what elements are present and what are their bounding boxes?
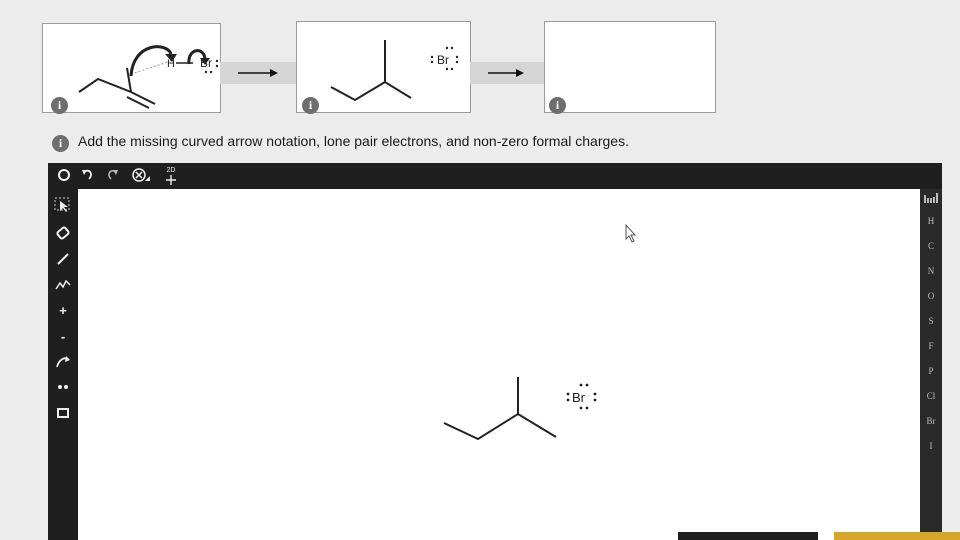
canvas-bromide-label: Br [572, 390, 586, 405]
h-atom-label: H [167, 58, 175, 70]
element-h[interactable]: H [920, 216, 942, 226]
right-arrow-2-icon [488, 69, 524, 77]
mouse-cursor-icon [625, 223, 637, 243]
element-s[interactable]: S [920, 316, 942, 326]
br-atom-label: Br [200, 56, 212, 70]
2d-label: 2D [166, 167, 176, 174]
periodic-table-icon[interactable] [920, 193, 942, 205]
minus-charge-icon[interactable]: - [53, 329, 73, 345]
element-palette: H C N O S F P Cl Br I [920, 189, 942, 540]
canvas-structure: Br [443, 223, 637, 441]
reactant-structure: H Br [78, 45, 219, 109]
intermediate-structure: Br [330, 40, 459, 102]
product-box[interactable] [544, 21, 716, 113]
box-icon[interactable] [53, 405, 73, 425]
info-icon-2[interactable]: i [302, 97, 319, 114]
info-icon-3[interactable]: i [549, 97, 566, 114]
element-br[interactable]: Br [920, 416, 942, 426]
carbocation-chain [330, 80, 412, 102]
structure-editor: 2D + - Br H C N O S F P Cl Br I [48, 163, 942, 540]
connector-2 [470, 62, 544, 84]
info-icon-1[interactable]: i [51, 97, 68, 114]
zoom-icon[interactable] [130, 167, 152, 187]
element-p[interactable]: P [920, 366, 942, 376]
select-icon[interactable] [53, 197, 73, 217]
curved-arrow-icon [129, 45, 173, 77]
element-n[interactable]: N [920, 266, 942, 276]
instruction-info-icon[interactable]: i [52, 135, 69, 152]
double-bond-a [130, 91, 156, 105]
connector-1 [220, 62, 296, 84]
undo-icon[interactable] [80, 168, 96, 186]
arrow-icon[interactable] [53, 353, 73, 373]
element-o[interactable]: O [920, 291, 942, 301]
canvas-carbon-chain [443, 412, 557, 441]
lone-pair-icon[interactable] [53, 379, 73, 399]
reset-icon[interactable] [56, 168, 72, 186]
intermediate-box[interactable]: Br [296, 21, 471, 113]
carbon-chain [78, 77, 132, 93]
element-cl[interactable]: Cl [920, 391, 942, 401]
eraser-icon[interactable] [53, 225, 73, 245]
right-arrow-icon [238, 69, 278, 77]
instruction-text: Add the missing curved arrow notation, l… [78, 133, 629, 149]
bromide-label: Br [437, 53, 449, 67]
element-c[interactable]: C [920, 241, 942, 251]
chain-icon[interactable] [53, 277, 73, 297]
reactant-box[interactable]: H Br [42, 23, 221, 113]
drawing-canvas[interactable]: Br [78, 189, 920, 540]
bottom-accent-button[interactable] [834, 532, 960, 540]
bottom-dark-button[interactable] [678, 532, 818, 540]
redo-icon[interactable] [104, 168, 120, 186]
editor-top-toolbar: 2D [48, 163, 942, 189]
bond-icon[interactable] [53, 251, 73, 271]
plus-charge-icon[interactable]: + [53, 303, 73, 319]
dashed-interaction [130, 61, 169, 75]
editor-left-toolbar: + - [48, 189, 78, 540]
element-i[interactable]: I [920, 441, 942, 451]
element-f[interactable]: F [920, 341, 942, 351]
